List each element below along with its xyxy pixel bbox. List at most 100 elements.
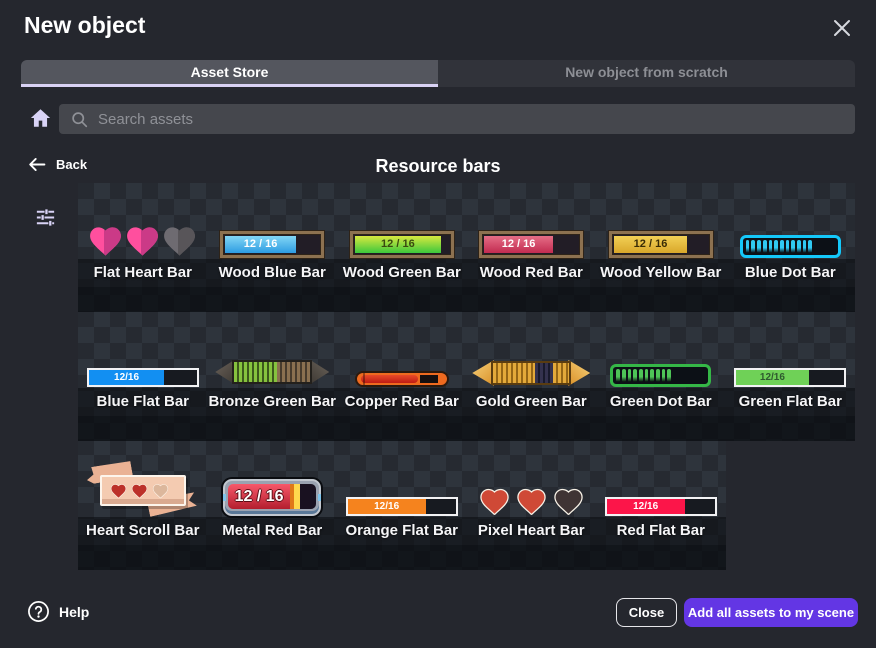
heart-icon [161,224,198,258]
bar-segment [696,369,700,382]
gold-bar-art [478,359,584,387]
bar-segment [774,240,778,253]
asset-name: Green Flat Bar [726,388,856,416]
wood-bar-art: 12 / 16 [350,231,454,258]
asset-name: Gold Green Bar [467,388,597,416]
bar-segment [820,240,824,253]
bar-value: 12 / 16 [235,488,284,506]
asset-card[interactable] [467,312,597,388]
back-button[interactable]: Back [27,156,87,173]
bar-segment [763,240,767,253]
asset-label-row: Heart Scroll BarMetal Red BarOrange Flat… [78,517,726,545]
asset-grid-row: 12/16 12/16Blue Flat BarBronz [78,312,855,441]
bar-value: 12/16 [114,373,139,383]
asset-name: Copper Red Bar [337,388,467,416]
help-icon [27,600,50,623]
bar-segment [791,240,795,253]
asset-card[interactable]: 12 / 16 [337,183,467,259]
asset-grid: 12 / 16 12 / 16 12 / 16 12 / 16 Flat Hear… [78,183,855,570]
bar-segment [746,240,750,253]
tab-asset-store[interactable]: Asset Store [21,60,438,87]
small-heart-icon [152,483,169,499]
asset-name: Blue Flat Bar [78,388,208,416]
metal-blue-pixel [223,494,226,501]
home-icon [30,108,51,128]
asset-card[interactable] [596,312,726,388]
asset-label-row: Blue Flat BarBronze Green BarCopper Red … [78,388,855,416]
asset-name: Pixel Heart Bar [467,517,597,545]
asset-name: Flat Heart Bar [78,259,208,287]
bar-segment [769,240,773,253]
back-label: Back [56,157,87,172]
asset-card[interactable] [208,312,338,388]
asset-card[interactable]: 12 / 16 [208,441,338,517]
bar-segment [622,369,626,382]
metal-bar-art: 12 / 16 [223,479,321,516]
row-gap [78,545,726,570]
copper-bar-art [355,371,449,387]
help-button[interactable]: Help [27,600,89,623]
wood-bar-art: 12 / 16 [479,231,583,258]
asset-art-row: 12/16 12/16 [78,312,855,388]
pixel-heart-icon [553,487,584,516]
back-arrow-icon [27,156,46,173]
tab-label: New object from scratch [565,64,728,80]
asset-card[interactable]: 12 / 16 [467,183,597,259]
asset-name: Bronze Green Bar [208,388,338,416]
filter-sliders-icon [34,206,57,229]
asset-art-row: 12 / 16 12/16 12/16 [78,441,726,517]
asset-card[interactable] [78,441,208,517]
new-object-dialog: New object Asset Store New object from s… [0,0,876,648]
bar-segment [803,240,807,253]
add-all-assets-button[interactable]: Add all assets to my scene [684,598,858,627]
heart-icon [124,224,161,258]
bar-segment [757,240,761,253]
asset-card[interactable]: 12/16 [726,312,856,388]
bar-segment [656,369,660,382]
bar-segment [662,369,666,382]
bar-segment [831,240,835,253]
flat-bar-art: 12/16 [87,368,199,387]
asset-card[interactable]: 12/16 [78,312,208,388]
bar-segment [633,369,637,382]
close-dialog-button[interactable] [828,14,856,42]
bar-value: 12/16 [374,502,399,512]
bar-segment [650,369,654,382]
search-input[interactable] [98,111,843,128]
asset-card[interactable]: 12 / 16 [596,183,726,259]
metal-blue-pixel [318,494,321,501]
asset-name: Wood Blue Bar [208,259,338,287]
pixel-hearts-art [476,487,587,516]
flat-bar-art: 12/16 [346,497,458,516]
bar-segment [786,240,790,253]
asset-card[interactable] [337,312,467,388]
pixel-heart-icon [516,487,547,516]
asset-card[interactable] [78,183,208,259]
search-bar[interactable] [59,104,855,134]
bar-segment [797,240,801,253]
asset-grid-row: 12 / 16 12/16 12/16Heart Scroll BarMetal… [78,441,726,570]
close-button[interactable]: Close [616,598,677,627]
asset-card[interactable]: 12 / 16 [208,183,338,259]
filter-button[interactable] [32,204,58,230]
bar-value: 12 / 16 [502,239,536,250]
asset-card[interactable] [467,441,597,517]
bar-value: 12/16 [760,373,785,383]
wood-bar-art: 12 / 16 [220,231,324,258]
row-gap [78,416,855,441]
bar-value: 12/16 [633,502,658,512]
small-heart-icon [131,483,148,499]
asset-name: Metal Red Bar [208,517,338,545]
tab-new-object-from-scratch[interactable]: New object from scratch [438,60,855,87]
home-button[interactable] [27,105,53,131]
bar-segment [808,240,812,253]
asset-name: Wood Red Bar [467,259,597,287]
bar-segment [780,240,784,253]
asset-card[interactable]: 12/16 [337,441,467,517]
dot-bar-art [740,235,841,258]
asset-card[interactable]: 12/16 [596,441,726,517]
asset-card[interactable] [726,183,856,259]
tab-label: Asset Store [191,64,269,80]
small-heart-icon [110,483,127,499]
bar-value: 12 / 16 [244,239,278,250]
